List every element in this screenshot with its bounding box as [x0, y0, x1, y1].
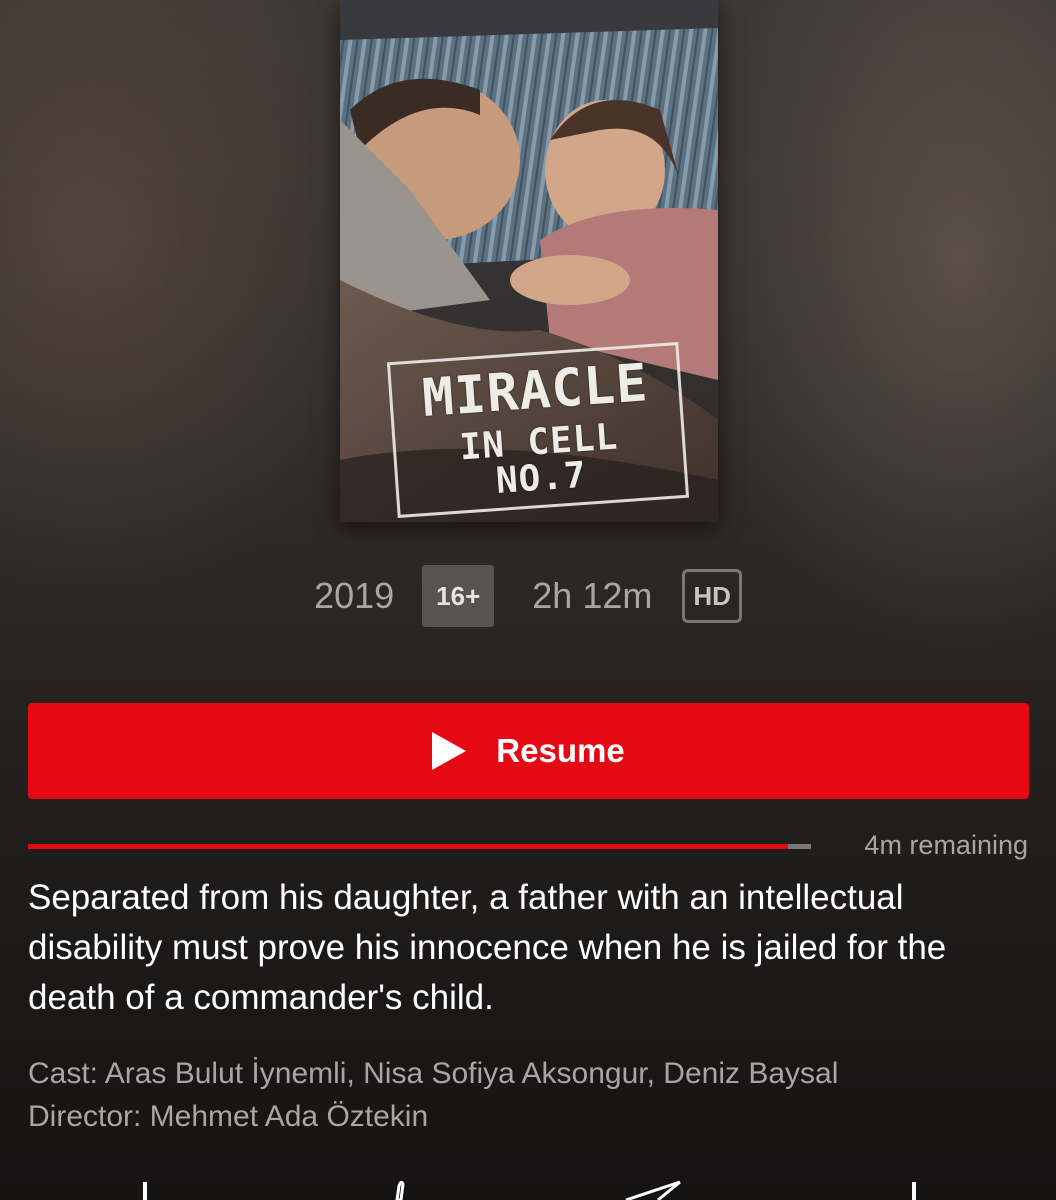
synopsis: Separated from his daughter, a father wi… [28, 878, 947, 1017]
title-poster[interactable]: MIRACLE IN CELL NO.7 [340, 0, 718, 522]
hd-badge: HD [682, 569, 742, 623]
time-remaining: 4m remaining [864, 830, 1028, 860]
poster-title-line1: MIRACLE [420, 353, 651, 429]
poster-title-line2: IN CELL NO.7 [458, 416, 620, 502]
watch-progress-bar [28, 844, 811, 849]
watch-progress-fill [28, 844, 788, 849]
release-year: 2019 [314, 575, 395, 616]
download-icon[interactable] [900, 1176, 930, 1200]
play-icon [432, 732, 467, 770]
credits: Cast: Aras Bulut İynemli, Nisa Sofiya Ak… [28, 1052, 1028, 1138]
add-icon[interactable] [130, 1176, 160, 1200]
share-icon[interactable] [622, 1176, 686, 1200]
director-line[interactable]: Director: Mehmet Ada Öztekin [28, 1095, 1028, 1138]
action-bar [0, 1176, 1056, 1200]
cast-line[interactable]: Cast: Aras Bulut İynemli, Nisa Sofiya Ak… [28, 1052, 1028, 1095]
runtime: 2h 12m [532, 575, 653, 616]
metadata-row: 2019 16+ 2h 12m HD [0, 564, 1056, 628]
thumbs-up-icon[interactable] [383, 1176, 419, 1200]
title-detail-screen: MIRACLE IN CELL NO.7 2019 16+ 2h 12m HD … [0, 0, 1056, 1200]
maturity-rating-badge: 16+ [422, 565, 495, 627]
poster-title-stamp: MIRACLE IN CELL NO.7 [386, 342, 690, 518]
resume-button[interactable]: Resume [28, 703, 1029, 799]
resume-button-label: Resume [496, 732, 625, 769]
